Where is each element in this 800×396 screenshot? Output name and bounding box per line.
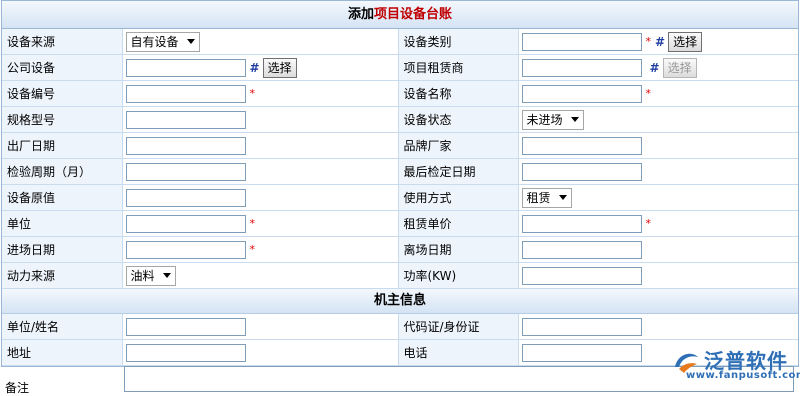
power-kw-input[interactable] — [521, 266, 642, 285]
select-value: 未进场 — [526, 112, 563, 127]
last-calibration-date-input[interactable] — [521, 162, 642, 181]
select-value: 租赁 — [526, 190, 551, 205]
table-row: 设备来源 自有设备 设备类别 * # 选择 — [2, 29, 798, 55]
field-label: 设备原值 — [2, 184, 123, 211]
owner-phone-input[interactable] — [521, 343, 642, 362]
field-label: 代码证/身份证 — [398, 314, 519, 340]
required-mark: * — [249, 87, 256, 100]
hash-mark: # — [649, 60, 660, 75]
field-label: 公司设备 — [2, 54, 123, 81]
field-label: 设备类别 — [398, 29, 519, 55]
equipment-category-input[interactable] — [521, 32, 642, 51]
select-value: 油料 — [130, 268, 155, 283]
lessor-input[interactable] — [521, 58, 642, 77]
exit-date-input[interactable] — [521, 240, 642, 259]
field-label: 设备名称 — [398, 80, 519, 107]
field-label: 电话 — [398, 339, 519, 366]
brand-manufacturer-input[interactable] — [521, 136, 642, 155]
owner-unit-name-input[interactable] — [125, 317, 246, 336]
select-value: 自有设备 — [130, 34, 179, 49]
select-category-button[interactable]: 选择 — [668, 31, 703, 52]
field-label: 规格型号 — [2, 106, 123, 133]
title-prefix: 添加 — [347, 7, 374, 22]
required-mark: * — [249, 217, 256, 230]
equipment-table: 设备来源 自有设备 设备类别 * # 选择 公司设备 # 选择 项目租赁商 # 选择 设… — [2, 29, 798, 289]
required-mark: * — [249, 243, 256, 256]
usage-mode-select[interactable]: 租赁 — [521, 187, 572, 208]
form-title: 添加项目设备台账 — [2, 1, 798, 29]
hash-mark: # — [249, 60, 260, 75]
owner-address-input[interactable] — [125, 343, 246, 362]
spec-model-input[interactable] — [125, 110, 246, 129]
rental-price-input[interactable] — [521, 214, 642, 233]
field-label: 租赁单价 — [398, 210, 519, 237]
field-label: 设备编号 — [2, 80, 123, 107]
field-label: 使用方式 — [398, 184, 519, 211]
equipment-source-select[interactable]: 自有设备 — [125, 31, 200, 52]
field-label: 单位 — [2, 210, 123, 237]
chevron-down-icon — [162, 272, 171, 278]
field-label: 功率(KW) — [398, 262, 519, 289]
chevron-down-icon — [186, 38, 195, 44]
select-company-equipment-button[interactable]: 选择 — [262, 57, 297, 78]
brand-logo: 泛普软件 www.fanpusoft.com — [668, 345, 800, 387]
required-mark: * — [645, 217, 652, 230]
equipment-name-input[interactable] — [521, 84, 642, 103]
logo-url: www.fanpusoft.com — [686, 370, 800, 381]
required-mark: * — [645, 87, 652, 100]
company-equipment-input[interactable] — [125, 58, 246, 77]
notes-label: 备注 — [5, 381, 30, 395]
field-label: 设备状态 — [398, 106, 519, 133]
field-label: 离场日期 — [398, 236, 519, 263]
table-row: 出厂日期 品牌厂家 — [2, 132, 798, 159]
manufacture-date-input[interactable] — [125, 136, 246, 155]
chevron-down-icon — [570, 116, 579, 122]
field-label: 单位/姓名 — [2, 314, 123, 340]
table-row: 动力来源 油料 功率(KW) — [2, 262, 798, 289]
table-row: 公司设备 # 选择 项目租赁商 # 选择 — [2, 54, 798, 81]
table-row: 单位 * 租赁单价 * — [2, 210, 798, 237]
field-label: 品牌厂家 — [398, 132, 519, 159]
original-value-input[interactable] — [125, 188, 246, 207]
equipment-status-select[interactable]: 未进场 — [521, 109, 584, 130]
select-lessor-button[interactable]: 选择 — [662, 57, 697, 78]
field-label: 动力来源 — [2, 262, 123, 289]
field-label: 地址 — [2, 339, 123, 366]
chevron-down-icon — [558, 194, 567, 200]
field-label: 出厂日期 — [2, 132, 123, 159]
field-label: 项目租赁商 — [398, 54, 519, 81]
inspection-cycle-input[interactable] — [125, 162, 246, 181]
table-row: 设备原值 使用方式 租赁 — [2, 184, 798, 211]
equipment-number-input[interactable] — [125, 84, 246, 103]
unit-input[interactable] — [125, 214, 246, 233]
field-label: 最后检定日期 — [398, 158, 519, 185]
table-row: 设备编号 * 设备名称 * — [2, 80, 798, 107]
owner-id-input[interactable] — [521, 317, 642, 336]
add-project-equipment-form: 添加项目设备台账 设备来源 自有设备 设备类别 * # 选择 公司设备 # 选择 项目… — [1, 0, 799, 367]
field-label: 进场日期 — [2, 236, 123, 263]
title-highlight: 项目设备台账 — [374, 7, 453, 22]
field-label: 检验周期（月） — [2, 158, 123, 185]
power-source-select[interactable]: 油料 — [125, 265, 176, 286]
hash-mark: # — [655, 34, 666, 49]
table-row: 检验周期（月） 最后检定日期 — [2, 158, 798, 185]
table-row: 单位/姓名 代码证/身份证 — [2, 314, 798, 340]
field-label: 设备来源 — [2, 29, 123, 55]
entry-date-input[interactable] — [125, 240, 246, 259]
table-row: 规格型号 设备状态 未进场 — [2, 106, 798, 133]
required-mark: * — [645, 35, 652, 48]
owner-section-title: 机主信息 — [2, 289, 798, 314]
table-row: 进场日期 * 离场日期 — [2, 236, 798, 263]
